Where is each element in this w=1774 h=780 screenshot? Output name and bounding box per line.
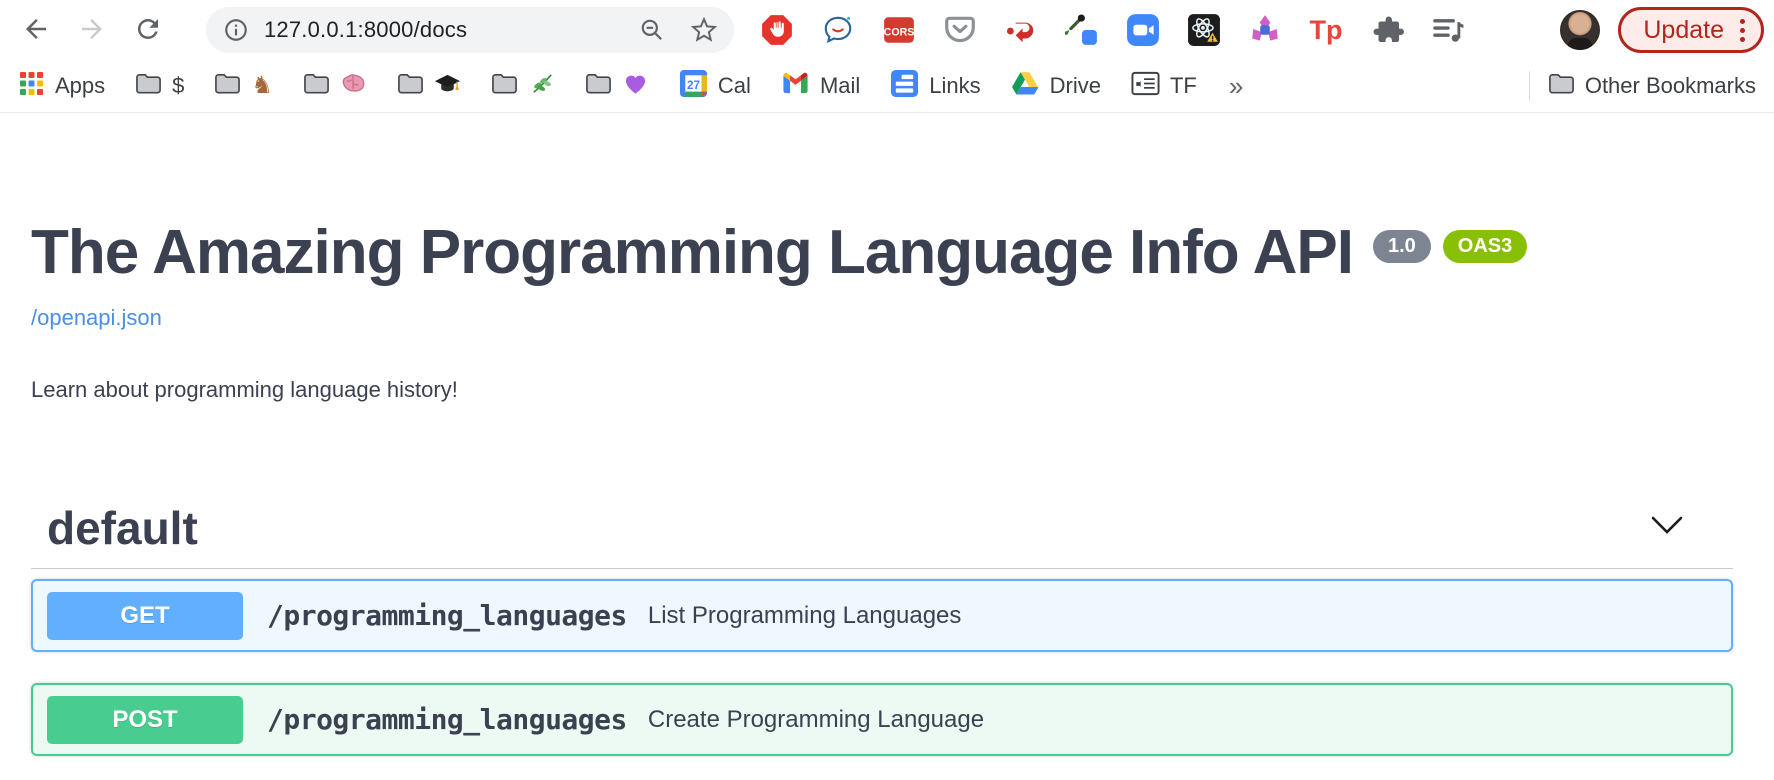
back-button[interactable]: [16, 10, 56, 50]
endpoint-summary: Create Programming Language: [648, 706, 984, 734]
forward-button[interactable]: [72, 10, 112, 50]
cors-icon[interactable]: CORS: [882, 13, 916, 47]
purple-heart-icon: [622, 70, 649, 103]
endpoint-path: /programming_languages: [267, 599, 627, 632]
browser-toolbar: 127.0.0.1:8000/docs CORS: [0, 0, 1774, 60]
bookmark-tf[interactable]: TF: [1131, 69, 1197, 104]
tag-name: default: [47, 502, 198, 554]
zoom-out-icon[interactable]: [638, 16, 666, 44]
zoom-video-icon[interactable]: [1126, 13, 1160, 47]
tag-section-default[interactable]: default: [31, 488, 1733, 569]
folder-label: $: [172, 73, 184, 99]
bookmark-folder-dollar[interactable]: $: [135, 70, 184, 103]
announcement-doc-icon: [1131, 69, 1160, 104]
bookmarks-overflow-chevron[interactable]: »: [1227, 71, 1245, 102]
bookmark-folder-heart[interactable]: [585, 70, 649, 103]
swagger-page: The Amazing Programming Language Info AP…: [0, 216, 1774, 756]
carousel-horse-icon: ♞: [251, 74, 273, 98]
graduation-cap-icon: [434, 70, 461, 103]
extensions-bar: CORS Tp: [760, 13, 1465, 47]
red-arrow-icon[interactable]: [1004, 13, 1038, 47]
media-playlist-icon[interactable]: [1431, 13, 1465, 47]
tp-icon[interactable]: Tp: [1309, 13, 1343, 47]
page-info-icon[interactable]: [222, 16, 250, 44]
gmail-label: Mail: [820, 73, 860, 99]
bookmark-calendar[interactable]: 27 Cal: [679, 69, 751, 104]
apps-label: Apps: [55, 73, 105, 99]
other-bookmarks[interactable]: Other Bookmarks: [1548, 70, 1756, 103]
version-badge: 1.0: [1373, 230, 1431, 263]
folder-icon: [585, 70, 612, 103]
adblock-icon[interactable]: [760, 13, 794, 47]
folder-icon: [214, 70, 241, 103]
calendar-label: Cal: [718, 73, 751, 99]
oas3-badge: OAS3: [1443, 230, 1527, 263]
reload-button[interactable]: [128, 10, 168, 50]
endpoint-summary: List Programming Languages: [648, 602, 962, 630]
bookmarks-divider: [1529, 71, 1530, 101]
color-picker-icon[interactable]: [1065, 13, 1099, 47]
calendar-day: 27: [687, 78, 700, 91]
bookmark-drive[interactable]: Drive: [1011, 69, 1101, 104]
other-bookmarks-label: Other Bookmarks: [1585, 73, 1756, 99]
extensions-puzzle-icon[interactable]: [1370, 13, 1404, 47]
pink-recycle-icon[interactable]: [1248, 13, 1282, 47]
browser-menu-icon[interactable]: [1740, 19, 1745, 42]
links-label: Links: [929, 73, 980, 99]
method-badge-post: POST: [47, 696, 243, 744]
tf-label: TF: [1170, 73, 1197, 99]
reload-icon: [133, 14, 163, 47]
drive-label: Drive: [1050, 73, 1101, 99]
pocket-icon[interactable]: [943, 13, 977, 47]
api-description: Learn about programming language history…: [31, 377, 1733, 403]
endpoint-row-get[interactable]: GET /programming_languages List Programm…: [31, 579, 1733, 652]
endpoint-row-post[interactable]: POST /programming_languages Create Progr…: [31, 683, 1733, 756]
bookmark-folder-herb[interactable]: [491, 70, 555, 103]
endpoint-path: /programming_languages: [267, 703, 627, 736]
apps-shortcut[interactable]: Apps: [18, 70, 105, 103]
api-info-header: The Amazing Programming Language Info AP…: [31, 216, 1733, 290]
folder-icon: [491, 70, 518, 103]
gmail-icon: [781, 69, 810, 104]
chat-bubble-icon[interactable]: [821, 13, 855, 47]
google-calendar-icon: 27: [679, 69, 708, 104]
herb-icon: [528, 70, 555, 103]
page-title: The Amazing Programming Language Info AP…: [31, 216, 1353, 290]
folder-icon: [303, 70, 330, 103]
folder-icon: [135, 70, 162, 103]
links-icon: [890, 69, 919, 104]
forward-icon: [77, 14, 107, 47]
folder-icon: [397, 70, 424, 103]
openapi-spec-link[interactable]: /openapi.json: [31, 305, 162, 331]
url-text[interactable]: 127.0.0.1:8000/docs: [264, 17, 467, 43]
profile-avatar[interactable]: [1560, 10, 1600, 50]
bookmark-folder-brain[interactable]: [303, 70, 367, 103]
update-label: Update: [1643, 16, 1724, 45]
folder-icon: [1548, 70, 1575, 103]
bookmark-links[interactable]: Links: [890, 69, 980, 104]
update-button[interactable]: Update: [1618, 7, 1764, 53]
brain-icon: [340, 70, 367, 103]
react-devtools-icon[interactable]: [1187, 13, 1221, 47]
apps-grid-icon: [18, 70, 45, 103]
tp-label: Tp: [1310, 15, 1343, 46]
bookmark-gmail[interactable]: Mail: [781, 69, 860, 104]
back-icon: [21, 14, 51, 47]
cors-label: CORS: [884, 26, 915, 38]
method-badge-get: GET: [47, 592, 243, 640]
chevron-down-icon[interactable]: [1651, 516, 1683, 541]
bookmark-folder-graduation[interactable]: [397, 70, 461, 103]
google-drive-icon: [1011, 69, 1040, 104]
address-bar[interactable]: 127.0.0.1:8000/docs: [206, 7, 734, 53]
bookmarks-bar: Apps $ ♞ 27 Cal Mail Links Drive: [0, 60, 1774, 113]
bookmark-star-icon[interactable]: [690, 16, 718, 44]
bookmark-folder-horse[interactable]: ♞: [214, 70, 273, 103]
